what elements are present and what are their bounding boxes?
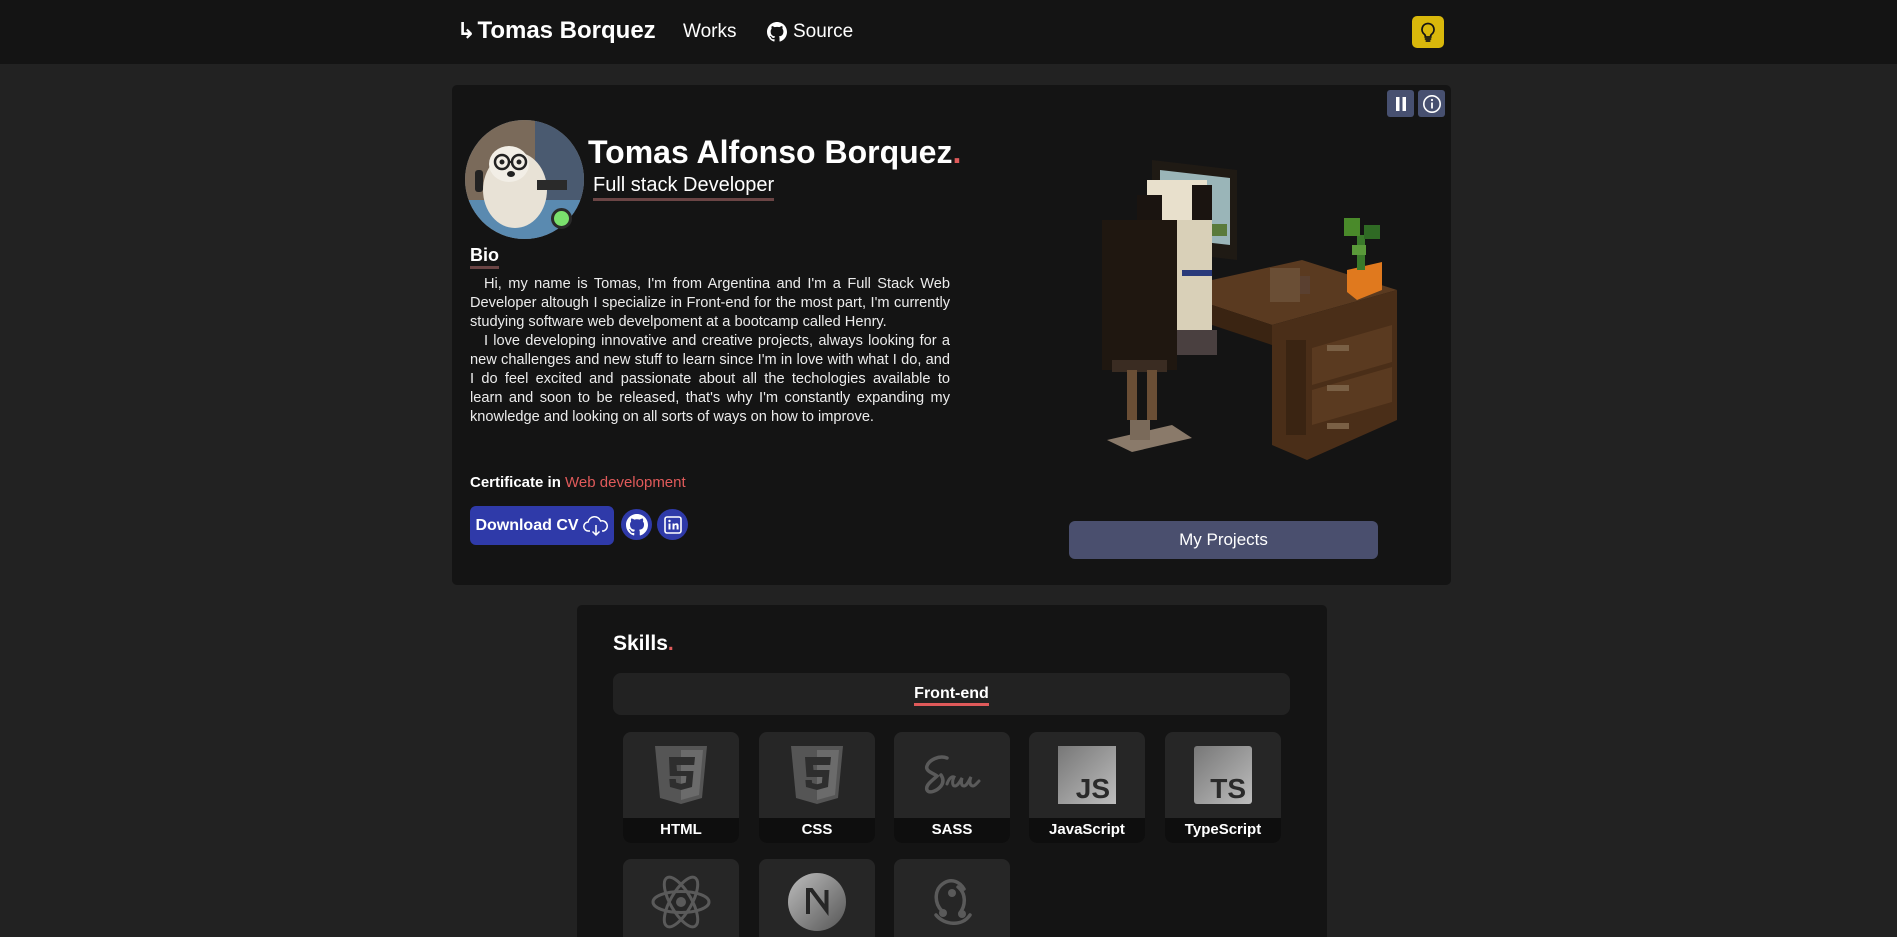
skills-title-text: Skills (613, 632, 668, 655)
skill-label: HTML (623, 818, 739, 843)
skill-label: JavaScript (1029, 818, 1145, 843)
bio-heading: Bio (470, 245, 499, 269)
certificate-link[interactable]: Web development (565, 474, 686, 491)
certificate-prefix: Certificate in (470, 474, 561, 491)
bio-text: Hi, my name is Tomas, I'm from Argentina… (470, 275, 950, 427)
my-projects-button[interactable]: My Projects (1069, 521, 1378, 559)
linkedin-profile-button[interactable] (657, 509, 688, 540)
pause-icon (1395, 96, 1406, 111)
scene-info-button[interactable] (1418, 90, 1445, 117)
lightbulb-icon (1421, 22, 1435, 42)
skill-card-html[interactable]: HTML (623, 732, 739, 843)
status-online-indicator (551, 208, 572, 229)
skill-label: TypeScript (1165, 818, 1281, 843)
skill-logo (623, 859, 739, 937)
skill-card-sass[interactable]: SASS (894, 732, 1010, 843)
github-icon (767, 22, 787, 42)
skills-section: Skills. Front-end HTML CSS SASS JS JavaS… (577, 605, 1327, 937)
skill-card-css[interactable]: CSS (759, 732, 875, 843)
nav-link-works-label: Works (683, 21, 737, 42)
navbar: ↳ Tomas Borquez Works Source (0, 0, 1897, 64)
skill-card-typescript[interactable]: TS TypeScript (1165, 732, 1281, 843)
skill-logo: JS (1029, 732, 1145, 818)
skills-title-dot: . (667, 632, 674, 655)
brand-link[interactable]: ↳ Tomas Borquez (457, 17, 656, 45)
skill-card-react[interactable] (623, 859, 739, 937)
certificate-line: Certificate in Web development (470, 474, 686, 491)
theme-toggle-button[interactable] (1412, 16, 1444, 48)
skill-logo (894, 732, 1010, 818)
brand-arrow: ↳ (457, 18, 476, 43)
info-icon (1422, 94, 1441, 113)
skills-title: Skills. (613, 632, 674, 656)
voxel-desk-scene[interactable] (1042, 140, 1422, 470)
css3-icon (791, 746, 843, 804)
sass-icon (924, 755, 981, 794)
github-icon (625, 513, 648, 535)
svg-text:TS: TS (1210, 773, 1246, 804)
hero-name-text: Tomas Alfonso Borquez (588, 134, 953, 170)
github-profile-button[interactable] (621, 509, 652, 540)
skill-logo (759, 859, 875, 937)
hero-role: Full stack Developer (593, 174, 775, 201)
skill-logo (894, 859, 1010, 937)
bio-paragraph: I love developing innovative and creativ… (470, 333, 950, 425)
tab-front-end-label: Front-end (914, 685, 989, 706)
svg-text:JS: JS (1076, 773, 1110, 804)
cloud-download-icon (582, 515, 608, 536)
download-cv-label: Download CV (475, 516, 579, 534)
javascript-icon: JS (1058, 746, 1116, 804)
linkedin-icon (663, 515, 682, 534)
nextjs-icon (788, 873, 846, 931)
skill-card-redux[interactable] (894, 859, 1010, 937)
skill-logo (759, 732, 875, 818)
nav-link-source[interactable]: Source (767, 21, 853, 43)
hero-name-dot: . (952, 134, 962, 170)
react-icon (651, 875, 711, 929)
bio-paragraph: Hi, my name is Tomas, I'm from Argentina… (470, 276, 950, 330)
nav-link-source-label: Source (793, 21, 854, 42)
tab-front-end[interactable]: Front-end (613, 685, 1290, 706)
skill-logo: TS (1165, 732, 1281, 818)
skill-label: SASS (894, 818, 1010, 843)
hero-card: Tomas Alfonso Borquez. Full stack Develo… (452, 85, 1451, 585)
hero-name: Tomas Alfonso Borquez. (588, 134, 961, 171)
plant-pot (1344, 218, 1382, 300)
download-cv-button[interactable]: Download CV (470, 506, 614, 545)
brand-name: Tomas Borquez (477, 17, 656, 44)
skill-card-nextjs[interactable] (759, 859, 875, 937)
nav-link-works[interactable]: Works (683, 21, 736, 43)
html5-icon (655, 746, 707, 804)
skill-label: CSS (759, 818, 875, 843)
skills-tabbar: Front-end (613, 673, 1290, 715)
scene-pause-button[interactable] (1387, 90, 1414, 117)
redux-icon (934, 879, 972, 925)
typescript-icon: TS (1194, 746, 1252, 804)
skill-logo (623, 732, 739, 818)
skill-card-javascript[interactable]: JS JavaScript (1029, 732, 1145, 843)
